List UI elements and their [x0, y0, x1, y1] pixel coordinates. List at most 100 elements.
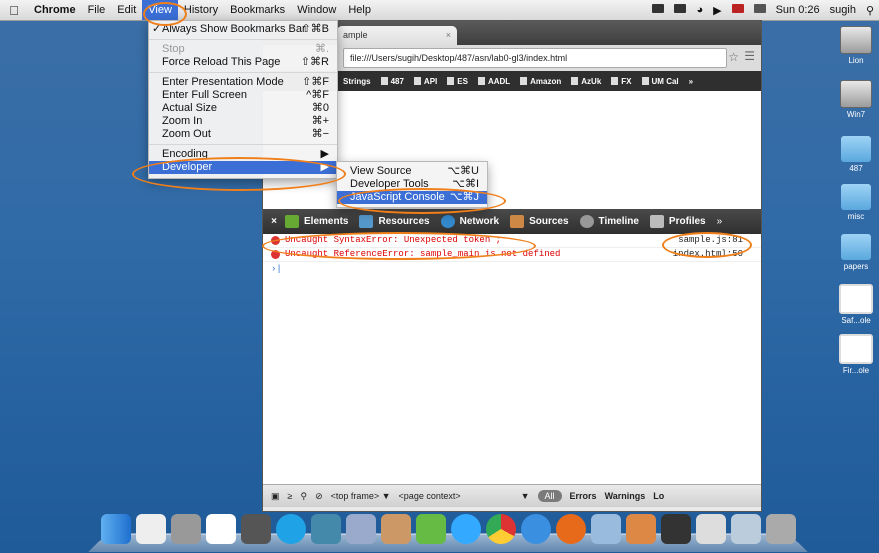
tab-resources[interactable]: Resources: [359, 215, 430, 228]
desktop-icon-papers[interactable]: papers: [836, 234, 876, 271]
menu-icon[interactable]: ☰: [744, 49, 755, 63]
address-bar[interactable]: file:///Users/sugih/Desktop/487/asn/lab0…: [343, 48, 727, 68]
show-drawer-icon[interactable]: ≥: [288, 491, 293, 501]
star-icon[interactable]: ☆: [728, 50, 739, 64]
calendar-icon[interactable]: [205, 514, 236, 544]
trash-icon[interactable]: [765, 514, 796, 544]
xcode-icon[interactable]: [590, 514, 621, 544]
bookmark-azuk[interactable]: AzUk: [571, 76, 601, 86]
spotlight-icon[interactable]: ⚲: [861, 4, 879, 17]
book-icon[interactable]: [625, 514, 656, 544]
filter-warnings[interactable]: Warnings: [605, 491, 646, 501]
clock[interactable]: Sun 0:26: [771, 4, 825, 16]
desktop-icon-firefox-console[interactable]: Fir...ole: [836, 334, 876, 375]
devtools-more[interactable]: »: [717, 216, 723, 227]
console-prompt[interactable]: ›|: [263, 262, 761, 276]
menu-history[interactable]: History: [178, 0, 224, 20]
folder-icon: [841, 136, 871, 162]
desktop-icon-487[interactable]: 487: [836, 136, 876, 173]
source-link[interactable]: sample.js:81: [678, 234, 743, 247]
menu-item-force-reload[interactable]: Force Reload This Page ⇧⌘R: [149, 56, 337, 69]
preview-icon[interactable]: [170, 514, 201, 544]
browser-tab[interactable]: ample ×: [337, 26, 457, 45]
search-icon[interactable]: ⚲: [300, 491, 307, 502]
console-message: Uncaught SyntaxError: Unexpected token ;…: [263, 234, 761, 248]
menu-item-zoom-in[interactable]: Zoom In ⌘+: [149, 115, 337, 128]
flag-icon[interactable]: [727, 4, 749, 16]
time-machine-icon[interactable]: [749, 4, 771, 16]
menu-item-developer[interactable]: Developer ▶: [149, 161, 337, 174]
source-link[interactable]: index.html:50: [673, 248, 743, 261]
menu-item-zoom-out[interactable]: Zoom Out ⌘−: [149, 128, 337, 141]
menu-bookmarks[interactable]: Bookmarks: [224, 0, 291, 20]
menu-item-developer-tools[interactable]: Developer Tools ⌥⌘I: [337, 178, 487, 191]
facetime-icon[interactable]: [240, 514, 271, 544]
tab-network[interactable]: Network: [440, 215, 499, 228]
clear-console-icon[interactable]: ⊘: [315, 491, 323, 502]
bookmark-umcal[interactable]: UM Cal: [641, 76, 679, 86]
bookmark-amazon[interactable]: Amazon: [520, 76, 561, 86]
filter-errors[interactable]: Errors: [570, 491, 597, 501]
skype-icon[interactable]: [275, 514, 306, 544]
wifi-icon[interactable]: ◕: [691, 4, 708, 16]
x11-icon[interactable]: [135, 514, 166, 544]
sources-icon: [510, 215, 525, 228]
bookmark-es[interactable]: ES: [447, 76, 468, 86]
menu-help[interactable]: Help: [342, 0, 377, 20]
dock-icon[interactable]: ▣: [271, 491, 280, 502]
bookmark-strings[interactable]: Strings: [343, 77, 371, 86]
tab-sources[interactable]: Sources: [510, 215, 569, 228]
desktop-icon-safari-console[interactable]: Saf...ole: [836, 284, 876, 325]
firefox-icon[interactable]: [555, 514, 586, 544]
gimp-icon[interactable]: [380, 514, 411, 544]
mail-icon[interactable]: [345, 514, 376, 544]
apple-icon[interactable]: : [0, 3, 28, 18]
bookmark-api[interactable]: API: [413, 76, 437, 86]
finder-icon[interactable]: [100, 514, 131, 544]
tab-timeline[interactable]: Timeline: [579, 215, 639, 228]
user-name[interactable]: sugih: [825, 4, 861, 16]
itunes-icon[interactable]: [450, 514, 481, 544]
iphoto-icon[interactable]: [310, 514, 341, 544]
volume-icon[interactable]: ▶: [708, 4, 726, 17]
frame-select[interactable]: <top frame> ▼: [331, 491, 391, 501]
battery-icon[interactable]: [647, 4, 669, 16]
tab-elements[interactable]: Elements: [285, 215, 348, 228]
bookmark-487[interactable]: 487: [380, 76, 404, 86]
page-icon: [413, 76, 421, 85]
menu-app-chrome[interactable]: Chrome: [28, 0, 82, 20]
filter-logs[interactable]: Lo: [653, 491, 664, 501]
chrome-icon[interactable]: [485, 514, 516, 544]
display-icon[interactable]: [669, 4, 691, 16]
menu-file[interactable]: File: [82, 0, 112, 20]
bookmarks-more[interactable]: »: [689, 77, 693, 86]
close-tab-icon[interactable]: ×: [446, 26, 451, 45]
bookmark-aadl[interactable]: AADL: [477, 76, 510, 86]
context-select[interactable]: <page context>: [399, 491, 461, 501]
menu-window[interactable]: Window: [291, 0, 342, 20]
desktop-icon-win7[interactable]: Win7: [836, 80, 876, 119]
filter-all[interactable]: All: [537, 490, 562, 502]
menu-item-actual-size[interactable]: Actual Size ⌘0: [149, 102, 337, 115]
menu-item-always-show-bookmarks-bar[interactable]: ✓ Always Show Bookmarks Bar ⇧⌘B: [149, 23, 337, 36]
devtools-close-button[interactable]: ×: [263, 216, 285, 227]
downloads-icon[interactable]: [730, 514, 761, 544]
menu-view[interactable]: View: [142, 0, 178, 20]
activity-monitor-icon[interactable]: [660, 514, 691, 544]
desktop-icon-misc[interactable]: misc: [836, 184, 876, 221]
tab-profiles[interactable]: Profiles: [649, 215, 706, 228]
bookmark-fx[interactable]: FX: [611, 76, 632, 86]
menu-item-javascript-console[interactable]: JavaScript Console ⌥⌘J: [337, 191, 487, 204]
leaf-icon[interactable]: [415, 514, 446, 544]
menu-item-encoding[interactable]: Encoding ▶: [149, 148, 337, 161]
menu-item-view-source[interactable]: View Source ⌥⌘U: [337, 165, 487, 178]
amazon-icon: [520, 76, 528, 85]
menu-item-full-screen[interactable]: Enter Full Screen ^⌘F: [149, 89, 337, 102]
filter-icon[interactable]: ▼: [521, 491, 530, 501]
documents-icon[interactable]: [695, 514, 726, 544]
console-panel[interactable]: Uncaught SyntaxError: Unexpected token ;…: [263, 234, 761, 484]
menu-edit[interactable]: Edit: [111, 0, 142, 20]
desktop-icon-lion[interactable]: Lion: [836, 26, 876, 65]
menu-item-presentation-mode[interactable]: Enter Presentation Mode ⇧⌘F: [149, 76, 337, 89]
safari-icon[interactable]: [520, 514, 551, 544]
